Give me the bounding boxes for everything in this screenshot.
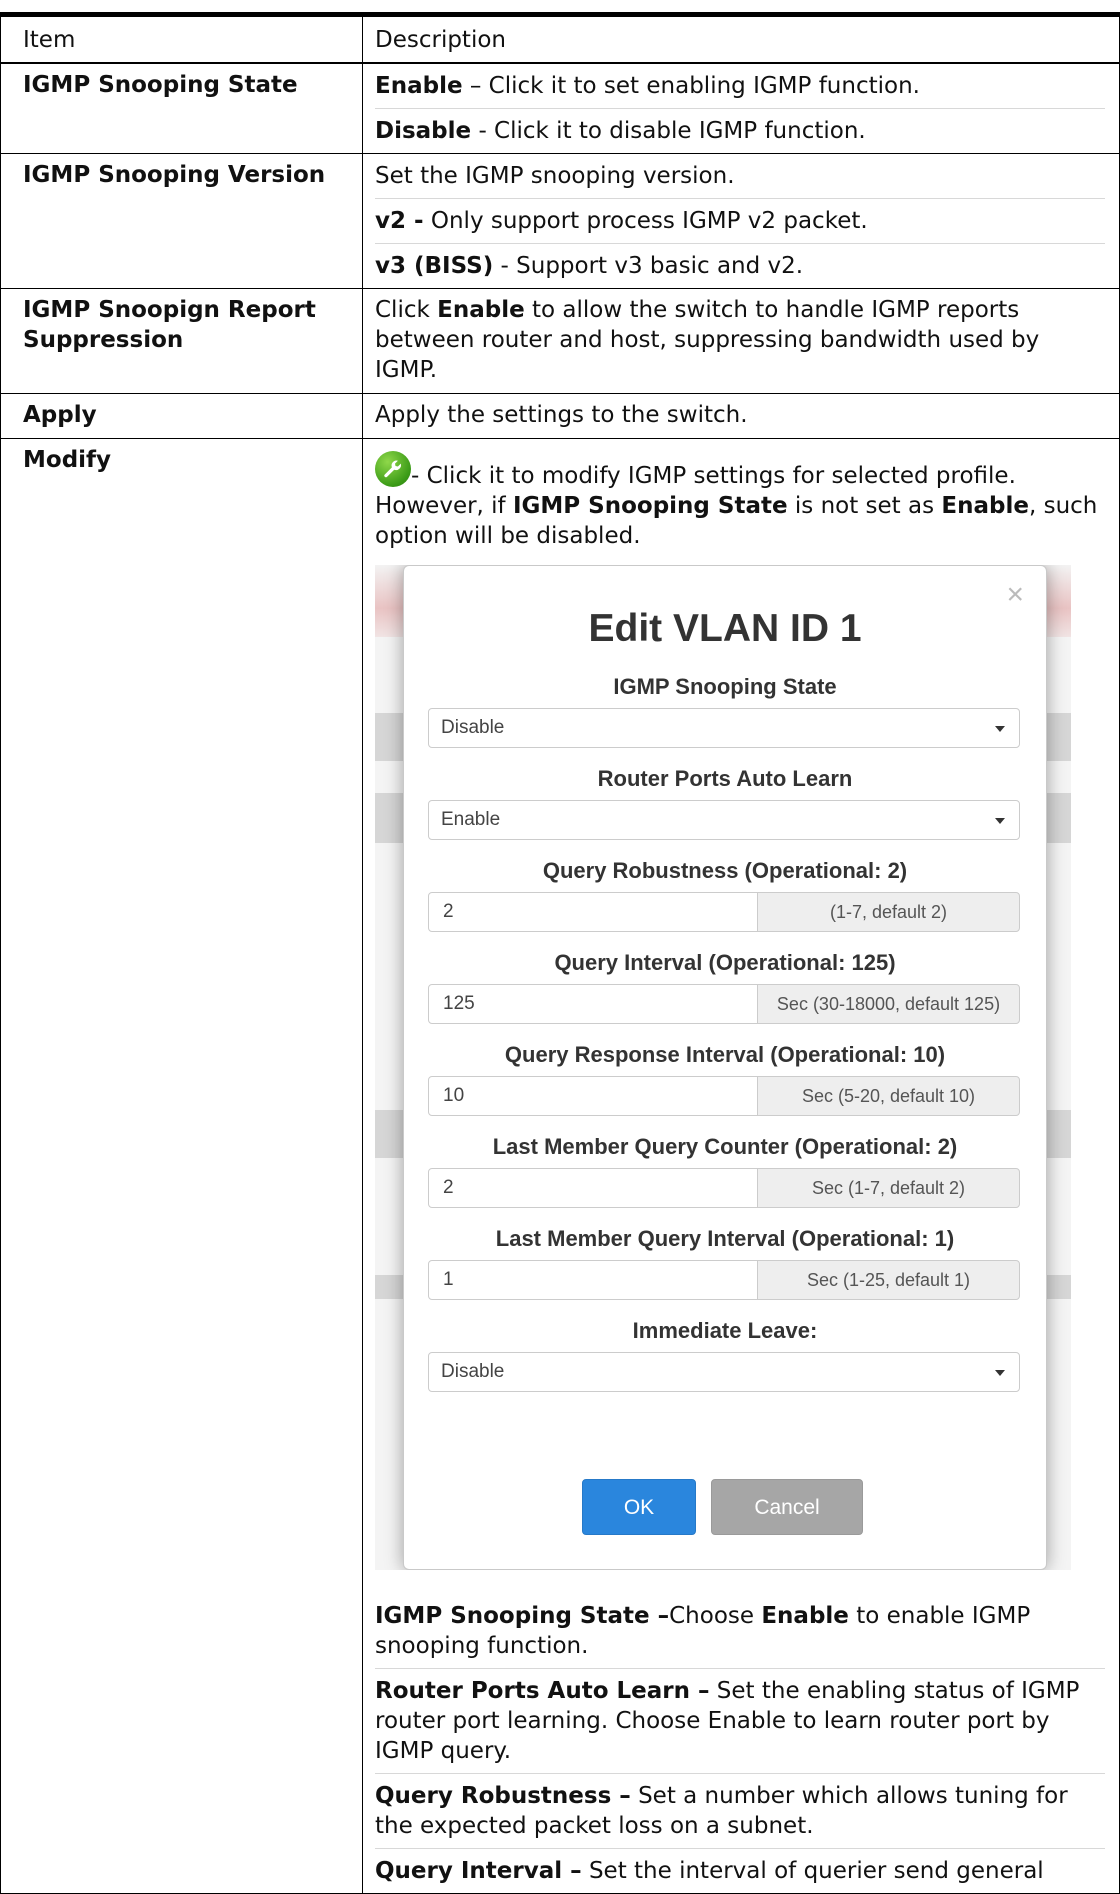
header-description: Description [362,12,1120,64]
igmp-state-select[interactable]: Disable [428,707,1020,748]
interval-group: 125 Sec (30-18000, default 125) [428,983,1020,1024]
query-interval-input[interactable]: 125 [428,983,758,1024]
select-value: Disable [441,1360,505,1382]
field-label: Query Interval (Operational: 125) [554,949,896,975]
desc-text: - Click it to disable IGMP function. [471,117,866,144]
robustness-hint: (1-7, default 2) [757,891,1020,932]
query-interval-hint: Sec (30-18000, default 125) [757,983,1020,1024]
desc-text: Only support process IGMP v2 packet. [423,207,868,234]
bold-term: Disable [375,117,472,144]
table-row: IGMP Snooping Version Set the IGMP snoop… [0,152,1120,289]
bold-term: Router Ports Auto Learn – [375,1677,710,1704]
desc-text: is not set as [787,492,942,519]
lm-counter-input[interactable]: 2 [428,1167,758,1208]
select-value: Disable [441,716,505,738]
table-row: IGMP Snooping State Enable – Click it to… [0,62,1120,154]
bold-term: v2 - [375,207,424,234]
desc-text: Choose [669,1602,762,1629]
lm-counter-group: 2 Sec (1-7, default 2) [428,1167,1020,1208]
wrench-icon[interactable] [375,450,411,487]
row-desc-state: Enable – Click it to set enabling IGMP f… [362,62,1120,154]
row-desc-report: Click Enable to allow the switch to hand… [362,287,1120,394]
bold-term: Enable [941,492,1029,519]
table-header-row: Item Description [0,12,1120,64]
desc-text: Click [375,296,438,323]
row-desc-modify: - Click it to modify IGMP settings for s… [362,437,1120,1894]
bold-term: Enable [761,1602,849,1629]
field-label: Last Member Query Counter (Operational: … [492,1133,958,1159]
row-item-version: IGMP Snooping Version [0,152,363,289]
desc-paragraph: Click Enable to allow the switch to hand… [375,289,1105,393]
settings-table: Item Description IGMP Snooping State Ena… [0,12,1120,1894]
desc-line: v3 (BISS) - Support v3 basic and v2. [375,244,1105,288]
caret-down-icon [995,817,1005,824]
ok-button[interactable]: OK [582,1478,696,1535]
note-line: IGMP Snooping State –Choose Enable to en… [375,1594,1105,1669]
edit-vlan-dialog: × Edit VLAN ID 1 IGMP Snooping State Dis… [403,564,1047,1570]
row-item-apply: Apply [0,392,363,439]
row-desc-version: Set the IGMP snooping version. v2 - Only… [362,152,1120,289]
robustness-group: 2 (1-7, default 2) [428,891,1020,932]
robustness-input[interactable]: 2 [428,891,758,932]
field-label: Query Robustness (Operational: 2) [542,857,908,883]
bold-term: Query Interval – [375,1857,582,1884]
row-desc-apply: Apply the settings to the switch. [362,392,1120,439]
caret-down-icon [995,1369,1005,1376]
desc-paragraph: - Click it to modify IGMP settings for s… [375,439,1105,1594]
header-item: Item [0,12,363,64]
table-row: IGMP Snoopign Report Suppression Click E… [0,287,1120,394]
desc-paragraph: Apply the settings to the switch. [375,401,748,428]
field-label: Query Response Interval (Operational: 10… [504,1041,946,1067]
close-icon[interactable]: × [1006,579,1024,610]
desc-text: - Click it to modify IGMP settings for s… [411,462,1016,489]
bold-term: Enable [437,296,525,323]
row-item-report: IGMP Snoopign Report Suppression [0,287,363,394]
desc-line: v2 - Only support process IGMP v2 packet… [375,199,1105,244]
dialog-title: Edit VLAN ID 1 [588,606,862,650]
desc-text: Set the interval of querier send general [581,1857,1044,1884]
bold-term: IGMP Snooping State – [375,1602,670,1629]
table-row: Apply Apply the settings to the switch. [0,392,1120,439]
note-line: Router Ports Auto Learn – Set the enabli… [375,1669,1105,1774]
bold-term: v3 (BISS) [375,252,494,279]
field-label: Last Member Query Interval (Operational:… [495,1225,955,1251]
bold-term: Query Robustness – [375,1782,631,1809]
desc-line: Set the IGMP snooping version. [375,154,1105,199]
row-item-state: IGMP Snooping State [0,62,363,154]
lm-interval-input[interactable]: 1 [428,1259,758,1300]
response-interval-input[interactable]: 10 [428,1075,758,1116]
desc-text: However, if [375,492,513,519]
response-group: 10 Sec (5-20, default 10) [428,1075,1020,1116]
note-line: Query Robustness – Set a number which al… [375,1774,1105,1849]
desc-text: – Click it to set enabling IGMP function… [462,72,920,99]
desc-text: - Support v3 basic and v2. [493,252,804,279]
cancel-button[interactable]: Cancel [711,1478,863,1535]
desc-line: Disable - Click it to disable IGMP funct… [375,109,1105,153]
field-label: IGMP Snooping State [613,673,837,699]
row-item-modify: Modify [0,437,363,1894]
table-row: Modify - Click it to modify IGMP setting… [0,437,1120,1894]
response-interval-hint: Sec (5-20, default 10) [757,1075,1020,1116]
field-label: Immediate Leave: [632,1317,818,1343]
auto-learn-select[interactable]: Enable [428,799,1020,840]
select-value: Enable [441,808,501,830]
caret-down-icon [995,725,1005,732]
edit-dialog-screenshot: × Edit VLAN ID 1 IGMP Snooping State Dis… [375,564,1071,1570]
immediate-leave-select[interactable]: Disable [428,1351,1020,1392]
bold-term: IGMP Snooping State [512,492,788,519]
lm-interval-group: 1 Sec (1-25, default 1) [428,1259,1020,1300]
note-line: Query Interval – Set the interval of que… [375,1849,1105,1893]
field-label: Router Ports Auto Learn [597,765,853,791]
bold-term: Enable [375,72,463,99]
desc-line: Enable – Click it to set enabling IGMP f… [375,64,1105,109]
lm-interval-hint: Sec (1-25, default 1) [757,1259,1020,1300]
lm-counter-hint: Sec (1-7, default 2) [757,1167,1020,1208]
